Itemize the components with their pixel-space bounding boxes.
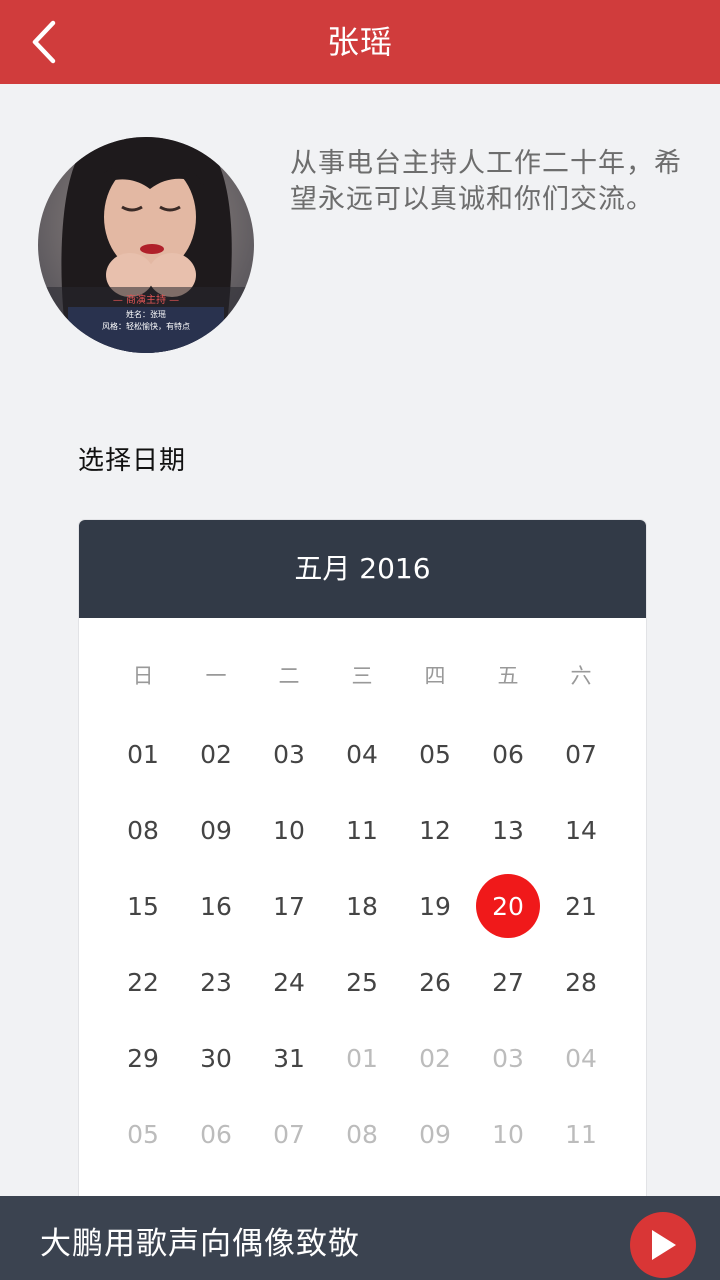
weekday-row: 日一二三四五六 bbox=[79, 660, 646, 700]
day-cell[interactable]: 14 bbox=[549, 798, 613, 862]
calendar-month-title: 五月 2016 bbox=[79, 520, 646, 618]
day-cell[interactable]: 30 bbox=[184, 1026, 248, 1090]
day-cell[interactable]: 10 bbox=[476, 1102, 540, 1166]
play-button[interactable] bbox=[630, 1212, 696, 1278]
day-cell[interactable]: 21 bbox=[549, 874, 613, 938]
date-picker-label: 选择日期 bbox=[78, 446, 187, 476]
weekday-label: 三 bbox=[351, 664, 373, 688]
calendar: 五月 2016 日一二三四五六 01 02 03 04 05 06 07 08 09 10 11 12… bbox=[79, 520, 646, 1220]
avatar-caption-line2: 风格：轻松愉快，有特点 bbox=[102, 321, 190, 331]
day-cell[interactable]: 16 bbox=[184, 874, 248, 938]
host-avatar: — 商演主持 — 姓名：张瑶 风格：轻松愉快，有特点 bbox=[38, 137, 254, 353]
weekday-label: 一 bbox=[205, 664, 227, 688]
day-cell[interactable]: 27 bbox=[476, 950, 540, 1014]
day-cell[interactable]: 31 bbox=[257, 1026, 321, 1090]
day-cell[interactable]: 18 bbox=[330, 874, 394, 938]
day-cell[interactable]: 22 bbox=[111, 950, 175, 1014]
day-cell-selected[interactable]: 20 bbox=[476, 874, 540, 938]
day-cell[interactable]: 01 bbox=[330, 1026, 394, 1090]
now-playing-bar[interactable]: 大鹏用歌声向偶像致敬 bbox=[0, 1196, 720, 1280]
day-cell[interactable]: 15 bbox=[111, 874, 175, 938]
weekday-label: 二 bbox=[278, 664, 300, 688]
day-cell[interactable]: 11 bbox=[330, 798, 394, 862]
day-cell[interactable]: 28 bbox=[549, 950, 613, 1014]
day-cell[interactable]: 07 bbox=[549, 722, 613, 786]
day-cell[interactable]: 11 bbox=[549, 1102, 613, 1166]
avatar-caption-line1: 姓名：张瑶 bbox=[126, 309, 166, 319]
weekday-label: 六 bbox=[570, 664, 592, 688]
day-cell[interactable]: 13 bbox=[476, 798, 540, 862]
day-cell[interactable]: 02 bbox=[184, 722, 248, 786]
day-cell[interactable]: 03 bbox=[476, 1026, 540, 1090]
day-cell[interactable]: 24 bbox=[257, 950, 321, 1014]
day-cell[interactable]: 03 bbox=[257, 722, 321, 786]
now-playing-title: 大鹏用歌声向偶像致敬 bbox=[40, 1226, 360, 1262]
day-cell[interactable]: 04 bbox=[330, 722, 394, 786]
day-cell[interactable]: 10 bbox=[257, 798, 321, 862]
avatar-caption-title: — 商演主持 — bbox=[113, 293, 179, 306]
header-bar: 张瑶 bbox=[0, 0, 720, 84]
day-cell[interactable]: 12 bbox=[403, 798, 467, 862]
day-cell[interactable]: 19 bbox=[403, 874, 467, 938]
weekday-label: 四 bbox=[424, 664, 446, 688]
day-cell[interactable]: 09 bbox=[184, 798, 248, 862]
day-cell[interactable]: 05 bbox=[403, 722, 467, 786]
day-cell[interactable]: 23 bbox=[184, 950, 248, 1014]
back-chevron-icon bbox=[32, 20, 56, 64]
day-cell[interactable]: 06 bbox=[476, 722, 540, 786]
day-cell[interactable]: 26 bbox=[403, 950, 467, 1014]
day-cell[interactable]: 04 bbox=[549, 1026, 613, 1090]
day-cell[interactable]: 05 bbox=[111, 1102, 175, 1166]
weekday-label: 五 bbox=[497, 664, 519, 688]
weekday-label: 日 bbox=[132, 664, 154, 688]
day-cell[interactable]: 25 bbox=[330, 950, 394, 1014]
day-cell[interactable]: 01 bbox=[111, 722, 175, 786]
day-cell[interactable]: 02 bbox=[403, 1026, 467, 1090]
page-title: 张瑶 bbox=[326, 23, 393, 61]
day-cell[interactable]: 07 bbox=[257, 1102, 321, 1166]
day-cell[interactable]: 08 bbox=[111, 798, 175, 862]
host-bio: 从事电台主持人工作二十年，希望永远可以真诚和你们交流。 bbox=[290, 148, 682, 215]
day-cell[interactable]: 09 bbox=[403, 1102, 467, 1166]
day-cell[interactable]: 08 bbox=[330, 1102, 394, 1166]
play-icon bbox=[652, 1230, 676, 1260]
back-button[interactable] bbox=[14, 12, 74, 72]
day-cell[interactable]: 29 bbox=[111, 1026, 175, 1090]
day-cell[interactable]: 17 bbox=[257, 874, 321, 938]
day-cell[interactable]: 06 bbox=[184, 1102, 248, 1166]
